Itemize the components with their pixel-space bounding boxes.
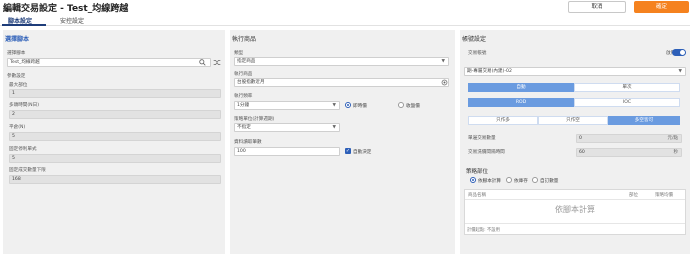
radio-by-script-label: 依腳本計算 (478, 179, 501, 184)
segment-ioc[interactable]: IOC (574, 98, 680, 107)
chevron-down-icon: ▼ (678, 69, 682, 74)
freq-label: 執行頻率 (234, 94, 253, 99)
type-value: 指定商品 (237, 59, 256, 64)
type-label: 類型 (234, 51, 244, 56)
param-input[interactable]: 168 (9, 175, 221, 184)
account-value: 期-專屬交易(內建)-02 (467, 69, 512, 74)
price-input[interactable]: 0 元/點 (576, 134, 682, 143)
bars-input[interactable]: 100 (234, 147, 340, 156)
table-header-position: 部位 (629, 193, 638, 198)
radio-custom[interactable] (532, 177, 538, 183)
auto-checkbox[interactable]: ✓ (345, 148, 351, 154)
table-footer-divider (465, 223, 685, 224)
param-input[interactable]: 1 (9, 89, 221, 98)
confirm-button[interactable]: 確定 (634, 1, 689, 13)
account-panel-heading: 帳號設定 (462, 36, 487, 43)
script-panel-heading: 選擇腳本 (5, 36, 30, 43)
radio-close[interactable] (398, 102, 404, 108)
script-panel: 選擇腳本 選擇腳本 Test_均線跨越 參數設定 最大部位 1 多頭時間(N日)… (3, 30, 225, 254)
radio-by-inventory-label: 依庫存 (514, 179, 528, 184)
param-label: 平倉(N) (9, 125, 26, 130)
freq-value: 1分鐘 (237, 103, 250, 108)
table-header-product: 商品名稱 (468, 193, 486, 198)
radio-custom-label: 自訂數量 (540, 179, 559, 184)
price-label: 單邊交易數量 (468, 136, 496, 141)
tab-safety-settings[interactable]: 安控設定 (60, 16, 84, 25)
page-title: 編輯交易設定 - Test_均線跨越 (3, 4, 129, 14)
params-label: 參數設定 (7, 74, 26, 79)
chevron-down-icon: ▼ (332, 103, 336, 108)
account-label: 交易帳號 (468, 51, 487, 56)
account-panel: 帳號設定 交易帳號 啟用 期-專屬交易(內建)-02 ▼ 自動 單次 ROD I… (460, 30, 690, 254)
param-input[interactable]: 2 (9, 110, 221, 119)
param-input[interactable]: 5 (9, 132, 221, 141)
delay-value: 60 (579, 150, 585, 155)
radio-realtime-label: 即時價 (353, 104, 367, 109)
toggle-knob (680, 50, 685, 55)
table-empty-text: 依腳本計算 (555, 205, 595, 214)
settings-icon[interactable] (441, 79, 448, 86)
product-panel: 執行商品 類型 指定商品 ▼ 執行商品 台股指數近月 執行頻率 1分鐘 ▼ 即時… (230, 30, 455, 254)
segment-both[interactable]: 多空皆可 (608, 116, 680, 125)
price-unit: 元/點 (667, 136, 678, 141)
chevron-down-icon: ▼ (332, 125, 336, 130)
shuffle-icon[interactable] (213, 59, 221, 66)
auto-label: 自動決定 (353, 150, 372, 155)
tab-bar: 腳本設定 安控設定 (0, 14, 690, 26)
segment-single[interactable]: 單次 (574, 83, 680, 92)
param-label: 固定停利單式 (9, 147, 37, 152)
param-label: 多頭時間(N日) (9, 103, 39, 108)
segment-auto[interactable]: 自動 (468, 83, 574, 92)
script-label: 選擇腳本 (7, 51, 26, 56)
param-label: 固定成交數量下限 (9, 168, 46, 173)
product-value: 台股指數近月 (237, 80, 265, 85)
segment-long-only[interactable]: 只作多 (468, 116, 538, 125)
type-select[interactable]: 指定商品 ▼ (234, 57, 449, 66)
delay-unit: 秒 (673, 150, 679, 155)
setting-value: 不指定 (237, 125, 251, 130)
active-tab-indicator (2, 24, 46, 26)
search-icon[interactable] (199, 59, 206, 66)
strategy-heading: 策略部位 (466, 169, 489, 175)
param-label: 最大部位 (9, 83, 28, 88)
script-select[interactable]: Test_均線跨越 (7, 58, 211, 67)
strategy-table: 商品名稱 部位 策略均價 依腳本計算 計價起點: 不設用 (464, 189, 686, 235)
segment-rod[interactable]: ROD (468, 98, 574, 107)
title-bar: 編輯交易設定 - Test_均線跨越 取消 確定 (0, 0, 690, 14)
segment-short-only[interactable]: 只作空 (538, 116, 608, 125)
delay-label: 交易洗價間隔時間 (468, 150, 505, 155)
radio-close-label: 收盤價 (406, 104, 420, 109)
radio-realtime[interactable] (345, 102, 351, 108)
param-input[interactable]: 5 (9, 154, 221, 163)
table-header-divider (465, 199, 685, 200)
radio-by-script[interactable] (470, 177, 476, 183)
account-select[interactable]: 期-專屬交易(內建)-02 ▼ (464, 67, 686, 76)
product-label: 執行商品 (234, 72, 253, 77)
enable-toggle[interactable] (672, 49, 686, 56)
table-footer-text: 計價起點: 不設用 (467, 228, 500, 233)
bars-label: 資料讀取筆數 (234, 140, 262, 145)
cancel-button[interactable]: 取消 (568, 1, 626, 13)
product-panel-heading: 執行商品 (232, 36, 257, 43)
price-value: 0 (579, 136, 582, 141)
script-value: Test_均線跨越 (10, 60, 40, 65)
product-select[interactable]: 台股指數近月 (234, 78, 449, 87)
delay-input[interactable]: 60 秒 (576, 148, 682, 157)
setting-label: 策略單位(計算週期) (234, 117, 275, 122)
table-header-avg-price: 策略均價 (655, 193, 673, 198)
radio-by-inventory[interactable] (506, 177, 512, 183)
chevron-down-icon: ▼ (441, 59, 445, 64)
freq-select[interactable]: 1分鐘 ▼ (234, 101, 340, 110)
setting-select[interactable]: 不指定 ▼ (234, 123, 340, 132)
